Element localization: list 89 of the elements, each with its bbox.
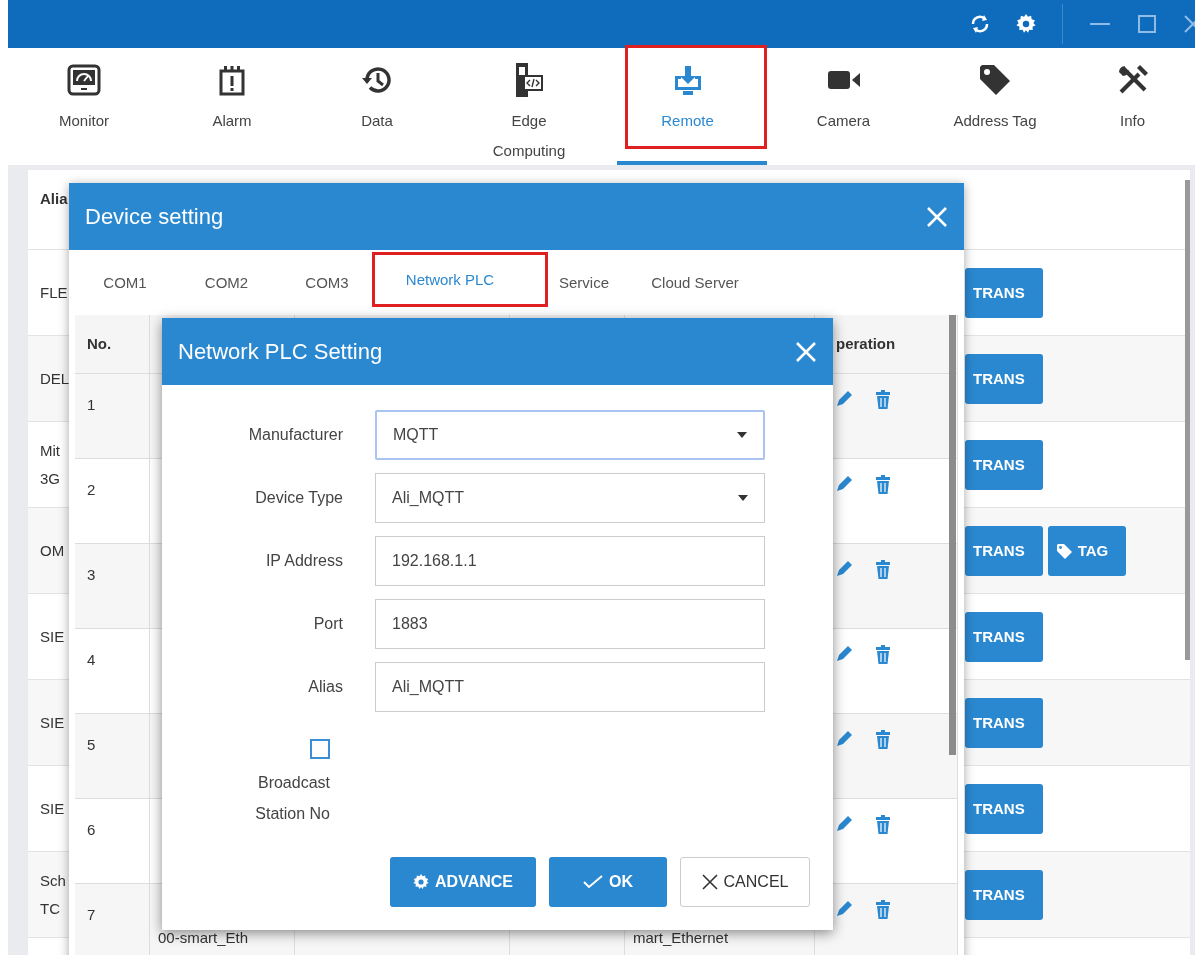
close-icon [701,874,718,890]
dialog-title: Network PLC Setting [178,338,383,365]
column-header: No. [86,334,113,352]
tools-icon [1116,64,1149,96]
table-cell-text: Mit 3G [39,440,61,489]
tab[interactable]: Service [548,250,620,315]
edit-icon[interactable] [835,645,853,663]
toolbar-tab[interactable]: Alarm [160,48,304,167]
edit-icon[interactable] [835,475,853,493]
toolbar-tab[interactable]: Data [304,48,450,167]
table-cell-text: FLE [39,282,69,303]
settings-icon[interactable] [1016,14,1036,34]
column-header: peration [835,334,897,352]
row-number: 6 [86,820,97,838]
close-icon[interactable] [1183,14,1195,34]
tag-icon [978,63,1012,97]
table-cell-text: SIE [39,798,66,819]
maximize-icon[interactable] [1137,14,1157,34]
delete-icon[interactable] [875,815,891,835]
table-cell-text: SIE [39,626,66,647]
edit-icon[interactable] [835,560,853,578]
field-label: Port [312,615,343,633]
delete-icon[interactable] [875,475,891,495]
row-number: 3 [86,565,97,583]
settings-icon [413,874,430,890]
trans-button[interactable]: TRANS [965,353,1043,404]
edit-icon[interactable] [835,390,853,408]
select-field[interactable]: Ali_MQTT [375,473,765,523]
edit-icon[interactable] [835,815,853,833]
scrollbar[interactable] [1185,180,1190,660]
table-cell-text: OM [39,540,66,561]
history-icon [361,64,393,96]
row-number: 4 [86,650,97,668]
gauge-icon [67,64,101,96]
delete-icon[interactable] [875,900,891,920]
tag-button[interactable]: TAG [1047,525,1127,576]
column-header: Alia [39,190,69,207]
row-number: 1 [86,395,97,413]
table-cell-text: mart_Ethernet [632,928,730,946]
field-label: Manufacturer [247,426,343,444]
select-field[interactable]: MQTT [375,410,765,460]
checkbox-label: Broadcast Station No [254,773,330,824]
edit-icon[interactable] [835,730,853,748]
row-number: 5 [86,735,97,753]
table-cell-text: SIE [39,712,66,733]
code-file-icon [514,62,544,98]
row-number: 7 [86,905,97,923]
input-field[interactable]: 192.168.1.1 [375,536,765,586]
edit-icon[interactable] [835,900,853,918]
tab[interactable]: COM1 [75,250,175,315]
field-label: IP Address [264,552,343,570]
trans-button[interactable]: TRANS [965,611,1043,662]
tab[interactable]: Cloud Server [620,250,770,315]
table-cell-text: 00-smart_Eth [157,928,250,946]
trans-button[interactable]: TRANS [965,869,1043,920]
field-label: Alias [307,678,343,696]
cancel-button[interactable]: CANCEL [680,857,810,907]
toolbar-tab[interactable]: Monitor [8,48,160,167]
trans-button[interactable]: TRANS [965,439,1043,490]
trans-button[interactable]: TRANS [965,783,1043,834]
ok-button[interactable]: OK [549,857,667,907]
table-cell-text: Sch TC [39,870,67,919]
trans-button[interactable]: TRANS [965,267,1043,318]
delete-icon[interactable] [875,560,891,580]
toolbar-tab[interactable]: Address Tag [920,48,1070,167]
table-cell-text: DEL [39,368,69,389]
trans-button[interactable]: TRANS [965,525,1043,576]
checkbox[interactable] [310,739,330,759]
toolbar-tab[interactable]: Info [1070,48,1195,167]
delete-icon[interactable] [875,645,891,665]
camera-icon [826,68,861,92]
field-label: Device Type [254,489,343,507]
trans-button[interactable]: TRANS [965,697,1043,748]
tab[interactable]: Network PLC [372,252,548,307]
alarm-icon [218,64,246,96]
advance-button[interactable]: ADVANCE [390,857,536,907]
tab[interactable]: COM2 [175,250,278,315]
toolbar-tab[interactable]: Remote [608,48,767,167]
delete-icon[interactable] [875,390,891,410]
check-icon [583,875,603,889]
row-number: 2 [86,480,97,498]
input-field[interactable]: Ali_MQTT [375,662,765,712]
scrollbar[interactable] [949,315,956,755]
toolbar-tab[interactable]: Camera [767,48,920,167]
tag-icon [1055,542,1072,559]
dialog-title: Device setting [85,203,224,230]
input-field[interactable]: 1883 [375,599,765,649]
delete-icon[interactable] [875,730,891,750]
refresh-icon[interactable] [970,14,990,34]
